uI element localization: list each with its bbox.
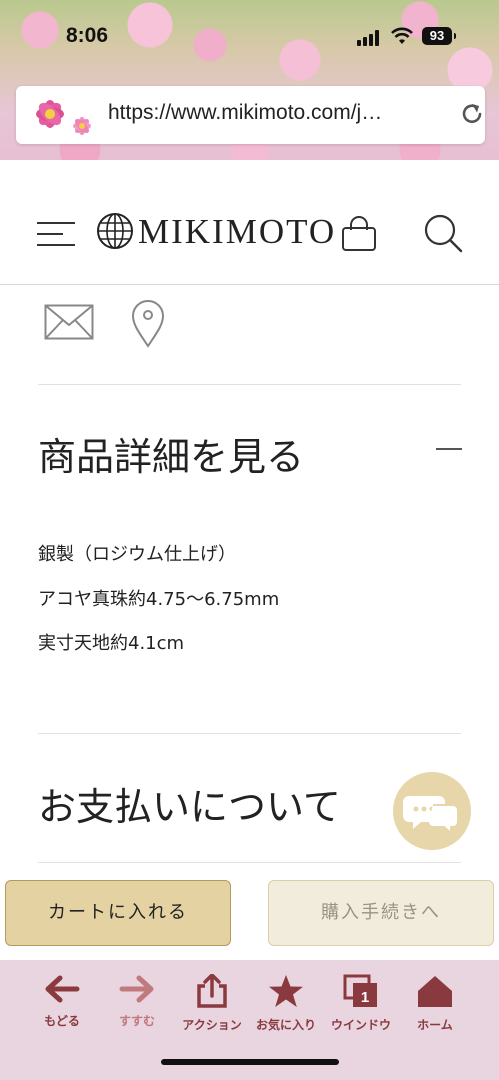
favorites-label: お気に入り <box>255 1018 316 1032</box>
action-label: アクション <box>182 1018 242 1032</box>
divider <box>38 862 461 863</box>
chat-bubbles-icon <box>403 796 459 836</box>
cosmos-flower-icon <box>36 100 91 135</box>
detail-line-dimension: 実寸天地約4.1cm <box>38 633 185 654</box>
status-time: 8:06 <box>66 24 109 47</box>
tab-count: 1 <box>361 989 369 1006</box>
forward-label: すすむ <box>118 1014 155 1028</box>
url-text[interactable]: https://www.mikimoto.com/j… <box>108 101 382 125</box>
chat-button[interactable] <box>393 772 471 850</box>
shopping-bag-icon[interactable] <box>340 216 378 252</box>
divider <box>38 384 461 385</box>
search-icon[interactable] <box>422 212 464 254</box>
mail-icon[interactable] <box>44 304 94 340</box>
arrow-left-icon <box>45 975 80 1003</box>
payment-heading[interactable]: お支払いについて <box>38 776 341 831</box>
home-label: ホーム <box>417 1018 453 1032</box>
home-indicator <box>161 1059 339 1065</box>
arrow-right-icon <box>119 975 154 1003</box>
add-to-cart-button[interactable]: カートに入れる <box>5 880 231 946</box>
forward-button[interactable]: すすむ <box>99 974 175 1029</box>
action-button[interactable]: アクション <box>174 973 250 1033</box>
hamburger-menu-icon[interactable] <box>37 222 75 246</box>
address-bar[interactable]: https://www.mikimoto.com/j… <box>16 86 485 144</box>
share-icon <box>197 973 227 1008</box>
home-icon <box>418 976 452 1007</box>
product-detail-heading[interactable]: 商品詳細を見る <box>38 426 304 481</box>
tabs-icon: 1 <box>343 974 377 1007</box>
home-button[interactable]: ホーム <box>397 974 473 1033</box>
wifi-icon <box>391 27 413 44</box>
cellular-signal-icon <box>357 30 383 46</box>
logo-wordmark: MIKIMOTO <box>138 212 337 251</box>
back-label: もどる <box>44 1014 80 1028</box>
browser-top-chrome: 8:06 93 https://www.mikimoto.com/j… <box>0 0 499 160</box>
divider <box>38 733 461 734</box>
windows-button[interactable]: 1 ウインドウ <box>323 974 399 1033</box>
detail-line-pearl-size: アコヤ真珠約4.75〜6.75mm <box>38 589 280 610</box>
reload-icon[interactable] <box>458 100 486 128</box>
detail-line-material: 銀製（ロジウム仕上げ） <box>38 544 236 565</box>
battery-indicator: 93 <box>422 27 456 45</box>
purchase-action-bar: カートに入れる 購入手続きへ <box>0 866 499 960</box>
favorites-button[interactable]: お気に入り <box>248 974 324 1033</box>
star-icon <box>269 975 303 1007</box>
collapse-minus-icon[interactable] <box>436 448 462 450</box>
status-bar: 8:06 93 <box>0 22 499 52</box>
windows-label: ウインドウ <box>330 1018 391 1032</box>
site-header: MIKIMOTO <box>0 160 499 285</box>
back-button[interactable]: もどる <box>24 974 100 1029</box>
checkout-button[interactable]: 購入手続きへ <box>268 880 494 946</box>
location-pin-icon[interactable] <box>130 298 166 348</box>
globe-logo-icon <box>97 213 133 249</box>
